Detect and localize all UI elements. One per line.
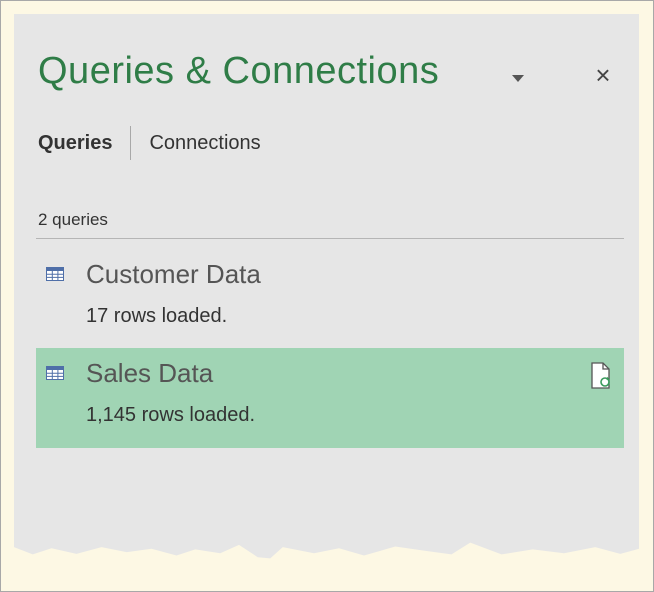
- chevron-down-icon[interactable]: [504, 64, 534, 94]
- close-button[interactable]: ×: [588, 60, 618, 90]
- table-icon: [46, 267, 64, 281]
- query-status: 1,145 rows loaded.: [86, 404, 256, 426]
- query-count: 2 queries: [38, 210, 108, 229]
- query-item-sales-data[interactable]: Sales Data 1,145 rows loaded.: [36, 348, 624, 448]
- query-status: 17 rows loaded.: [86, 305, 228, 327]
- pane-tabs: Queries Connections: [38, 126, 261, 160]
- tab-connections[interactable]: Connections: [149, 132, 260, 155]
- queries-connections-pane: Queries & Connections × Queries Connecti…: [14, 14, 639, 559]
- query-item-customer-data[interactable]: Customer Data 17 rows loaded.: [36, 249, 624, 349]
- pane-title: Queries & Connections: [38, 50, 440, 92]
- divider: [36, 238, 624, 239]
- refresh-document-icon[interactable]: [590, 362, 612, 390]
- table-icon: [46, 366, 64, 380]
- query-name: Customer Data: [86, 259, 261, 289]
- tab-divider: [130, 126, 132, 160]
- tab-queries[interactable]: Queries: [38, 132, 112, 155]
- query-name: Sales Data: [86, 358, 214, 388]
